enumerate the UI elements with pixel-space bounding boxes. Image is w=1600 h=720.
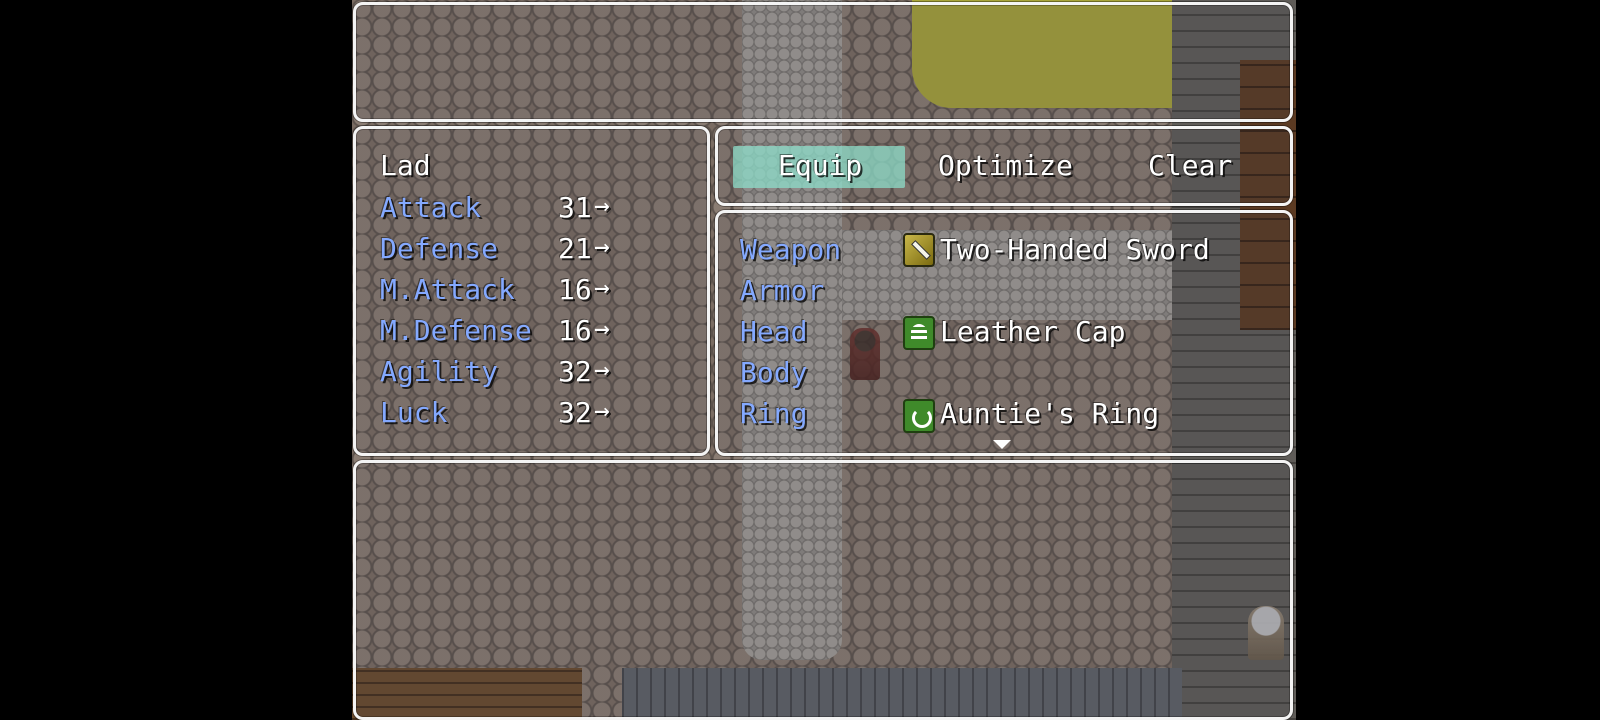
right-arrow-icon: → <box>594 273 610 303</box>
scroll-down-arrow-icon[interactable] <box>993 440 1011 449</box>
stat-value: 32 <box>558 396 592 429</box>
slot-label: Head <box>740 315 808 348</box>
stat-value: 21 <box>558 232 592 265</box>
stat-label: Luck <box>380 396 448 429</box>
slot-label: Body <box>740 356 808 389</box>
stat-label: M.Attack <box>380 273 515 306</box>
help-window <box>353 2 1293 122</box>
stat-label: Agility <box>380 355 499 388</box>
slot-label: Ring <box>740 397 808 430</box>
command-optimize[interactable]: Optimize <box>938 146 1073 186</box>
right-arrow-icon: → <box>594 355 610 385</box>
slot-label: Weapon <box>740 233 842 266</box>
stat-label: Defense <box>380 232 499 265</box>
right-arrow-icon: → <box>594 396 610 426</box>
command-clear[interactable]: Clear <box>1148 146 1232 186</box>
cap-icon <box>903 316 935 350</box>
item-window <box>353 460 1293 720</box>
right-arrow-icon: → <box>594 232 610 262</box>
stat-value: 32 <box>558 355 592 388</box>
stat-value: 16 <box>558 273 592 306</box>
right-arrow-icon: → <box>594 191 610 221</box>
slot-label: Armor <box>740 274 825 307</box>
slot-item: Two-Handed Sword <box>940 233 1210 266</box>
stat-value: 31 <box>558 191 592 224</box>
stat-label: Attack <box>380 191 482 224</box>
stat-value: 16 <box>558 314 592 347</box>
actor-name: Lad <box>380 149 431 182</box>
right-arrow-icon: → <box>594 314 610 344</box>
ring-icon <box>903 399 935 433</box>
slot-item: Leather Cap <box>940 315 1126 348</box>
sword-icon <box>903 233 935 267</box>
command-equip[interactable]: Equip <box>778 146 862 186</box>
stat-label: M.Defense <box>380 314 532 347</box>
slot-item: Auntie's Ring <box>940 397 1160 430</box>
